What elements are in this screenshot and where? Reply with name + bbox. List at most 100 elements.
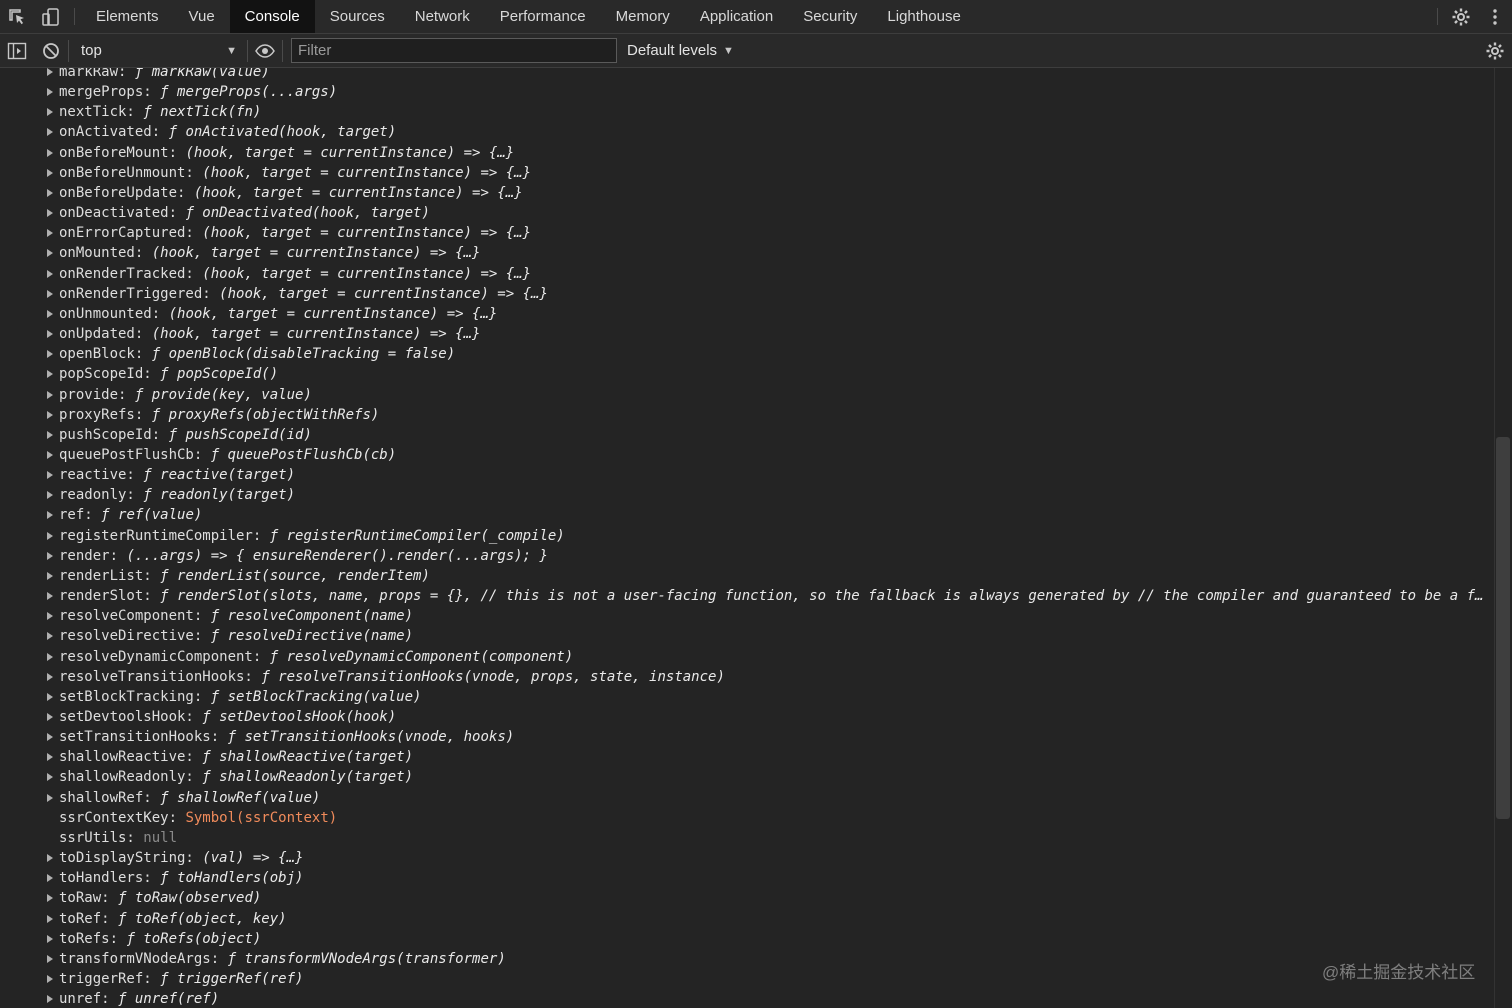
console-property-row[interactable]: toRefs: ƒ toRefs(object) — [0, 929, 1494, 949]
context-selector[interactable]: top ▼ — [69, 34, 247, 67]
expand-triangle-icon[interactable] — [47, 108, 53, 117]
expand-triangle-icon[interactable] — [47, 874, 53, 883]
tab-application[interactable]: Application — [685, 0, 788, 33]
console-property-row[interactable]: toHandlers: ƒ toHandlers(obj) — [0, 868, 1494, 888]
expand-triangle-icon[interactable] — [47, 954, 53, 963]
console-property-row[interactable]: pushScopeId: ƒ pushScopeId(id) — [0, 425, 1494, 445]
expand-triangle-icon[interactable] — [47, 450, 53, 459]
console-property-row[interactable]: provide: ƒ provide(key, value) — [0, 385, 1494, 405]
expand-triangle-icon[interactable] — [47, 390, 53, 399]
expand-triangle-icon[interactable] — [47, 410, 53, 419]
console-property-row[interactable]: onRenderTriggered: (hook, target = curre… — [0, 284, 1494, 304]
device-toolbar-icon[interactable] — [34, 0, 68, 33]
expand-triangle-icon[interactable] — [47, 672, 53, 681]
console-property-row[interactable]: onRenderTracked: (hook, target = current… — [0, 264, 1494, 284]
console-property-row[interactable]: resolveTransitionHooks: ƒ resolveTransit… — [0, 667, 1494, 687]
expand-triangle-icon[interactable] — [47, 269, 53, 278]
expand-triangle-icon[interactable] — [47, 350, 53, 359]
console-property-row[interactable]: onDeactivated: ƒ onDeactivated(hook, tar… — [0, 203, 1494, 223]
tab-console[interactable]: Console — [229, 0, 315, 33]
console-property-row[interactable]: resolveDynamicComponent: ƒ resolveDynami… — [0, 647, 1494, 667]
tab-vue[interactable]: Vue — [174, 0, 230, 33]
console-property-row[interactable]: unref: ƒ unref(ref) — [0, 989, 1494, 1008]
console-property-row[interactable]: proxyRefs: ƒ proxyRefs(objectWithRefs) — [0, 405, 1494, 425]
expand-triangle-icon[interactable] — [47, 491, 53, 500]
console-property-row[interactable]: ref: ƒ ref(value) — [0, 505, 1494, 525]
expand-triangle-icon[interactable] — [47, 330, 53, 339]
expand-triangle-icon[interactable] — [47, 995, 53, 1004]
expand-triangle-icon[interactable] — [47, 592, 53, 601]
expand-triangle-icon[interactable] — [47, 430, 53, 439]
gear-icon[interactable] — [1444, 0, 1478, 33]
expand-triangle-icon[interactable] — [47, 168, 53, 177]
console-property-row[interactable]: toRaw: ƒ toRaw(observed) — [0, 888, 1494, 908]
console-property-row[interactable]: triggerRef: ƒ triggerRef(ref) — [0, 969, 1494, 989]
console-property-row[interactable]: setBlockTracking: ƒ setBlockTracking(val… — [0, 687, 1494, 707]
expand-triangle-icon[interactable] — [47, 934, 53, 943]
console-property-row[interactable]: onActivated: ƒ onActivated(hook, target) — [0, 122, 1494, 142]
console-property-row[interactable]: openBlock: ƒ openBlock(disableTracking =… — [0, 344, 1494, 364]
expand-triangle-icon[interactable] — [47, 188, 53, 197]
expand-triangle-icon[interactable] — [47, 511, 53, 520]
expand-triangle-icon[interactable] — [47, 370, 53, 379]
tab-security[interactable]: Security — [788, 0, 872, 33]
console-property-row[interactable]: queuePostFlushCb: ƒ queuePostFlushCb(cb) — [0, 445, 1494, 465]
expand-triangle-icon[interactable] — [47, 854, 53, 863]
eye-icon[interactable] — [248, 34, 282, 67]
console-property-row[interactable]: renderSlot: ƒ renderSlot(slots, name, pr… — [0, 586, 1494, 606]
expand-triangle-icon[interactable] — [47, 713, 53, 721]
console-property-row[interactable]: toRef: ƒ toRef(object, key) — [0, 909, 1494, 929]
console-property-row[interactable]: onBeforeUnmount: (hook, target = current… — [0, 163, 1494, 183]
expand-triangle-icon[interactable] — [47, 612, 53, 621]
expand-triangle-icon[interactable] — [47, 692, 53, 701]
console-property-row[interactable]: registerRuntimeCompiler: ƒ registerRunti… — [0, 526, 1494, 546]
expand-triangle-icon[interactable] — [47, 571, 53, 580]
sidebar-toggle-icon[interactable] — [0, 34, 34, 67]
tab-performance[interactable]: Performance — [485, 0, 601, 33]
expand-triangle-icon[interactable] — [47, 471, 53, 480]
console-property-row[interactable]: mergeProps: ƒ mergeProps(...args) — [0, 82, 1494, 102]
inspect-element-icon[interactable] — [0, 0, 34, 33]
tab-memory[interactable]: Memory — [601, 0, 685, 33]
console-property-row[interactable]: reactive: ƒ reactive(target) — [0, 465, 1494, 485]
console-property-row[interactable]: setTransitionHooks: ƒ setTransitionHooks… — [0, 727, 1494, 747]
console-property-row[interactable]: transformVNodeArgs: ƒ transformVNodeArgs… — [0, 949, 1494, 969]
expand-triangle-icon[interactable] — [47, 68, 53, 76]
console-property-row[interactable]: nextTick: ƒ nextTick(fn) — [0, 102, 1494, 122]
expand-triangle-icon[interactable] — [47, 309, 53, 318]
expand-triangle-icon[interactable] — [47, 793, 53, 802]
tab-network[interactable]: Network — [400, 0, 485, 33]
log-levels-dropdown[interactable]: Default levels ▼ — [627, 42, 734, 59]
console-property-row[interactable]: onErrorCaptured: (hook, target = current… — [0, 223, 1494, 243]
expand-triangle-icon[interactable] — [47, 632, 53, 641]
console-property-row[interactable]: onMounted: (hook, target = currentInstan… — [0, 243, 1494, 263]
expand-triangle-icon[interactable] — [47, 975, 53, 984]
expand-triangle-icon[interactable] — [47, 531, 53, 540]
console-settings-gear-icon[interactable] — [1478, 34, 1512, 67]
console-property-row[interactable]: resolveDirective: ƒ resolveDirective(nam… — [0, 626, 1494, 646]
expand-triangle-icon[interactable] — [47, 128, 53, 137]
kebab-menu-icon[interactable] — [1478, 0, 1512, 33]
console-property-row[interactable]: renderList: ƒ renderList(source, renderI… — [0, 566, 1494, 586]
expand-triangle-icon[interactable] — [47, 773, 53, 782]
expand-triangle-icon[interactable] — [47, 551, 53, 560]
clear-console-icon[interactable] — [34, 34, 68, 67]
expand-triangle-icon[interactable] — [47, 209, 53, 218]
expand-triangle-icon[interactable] — [47, 88, 53, 97]
scrollbar-thumb[interactable] — [1496, 437, 1510, 819]
console-property-row[interactable]: shallowRef: ƒ shallowRef(value) — [0, 788, 1494, 808]
console-property-row[interactable]: onBeforeMount: (hook, target = currentIn… — [0, 143, 1494, 163]
console-property-row[interactable]: popScopeId: ƒ popScopeId() — [0, 364, 1494, 384]
console-property-row[interactable]: onUpdated: (hook, target = currentInstan… — [0, 324, 1494, 344]
console-property-row[interactable]: onUnmounted: (hook, target = currentInst… — [0, 304, 1494, 324]
console-property-row[interactable]: markRaw: ƒ markRaw(value) — [0, 68, 1494, 82]
expand-triangle-icon[interactable] — [47, 289, 53, 298]
console-property-row[interactable]: shallowReactive: ƒ shallowReactive(targe… — [0, 747, 1494, 767]
tab-lighthouse[interactable]: Lighthouse — [872, 0, 975, 33]
expand-triangle-icon[interactable] — [47, 753, 53, 762]
expand-triangle-icon[interactable] — [47, 249, 53, 258]
expand-triangle-icon[interactable] — [47, 148, 53, 157]
console-property-row[interactable]: resolveComponent: ƒ resolveComponent(nam… — [0, 606, 1494, 626]
console-property-row[interactable]: onBeforeUpdate: (hook, target = currentI… — [0, 183, 1494, 203]
console-property-row[interactable]: shallowReadonly: ƒ shallowReadonly(targe… — [0, 767, 1494, 787]
